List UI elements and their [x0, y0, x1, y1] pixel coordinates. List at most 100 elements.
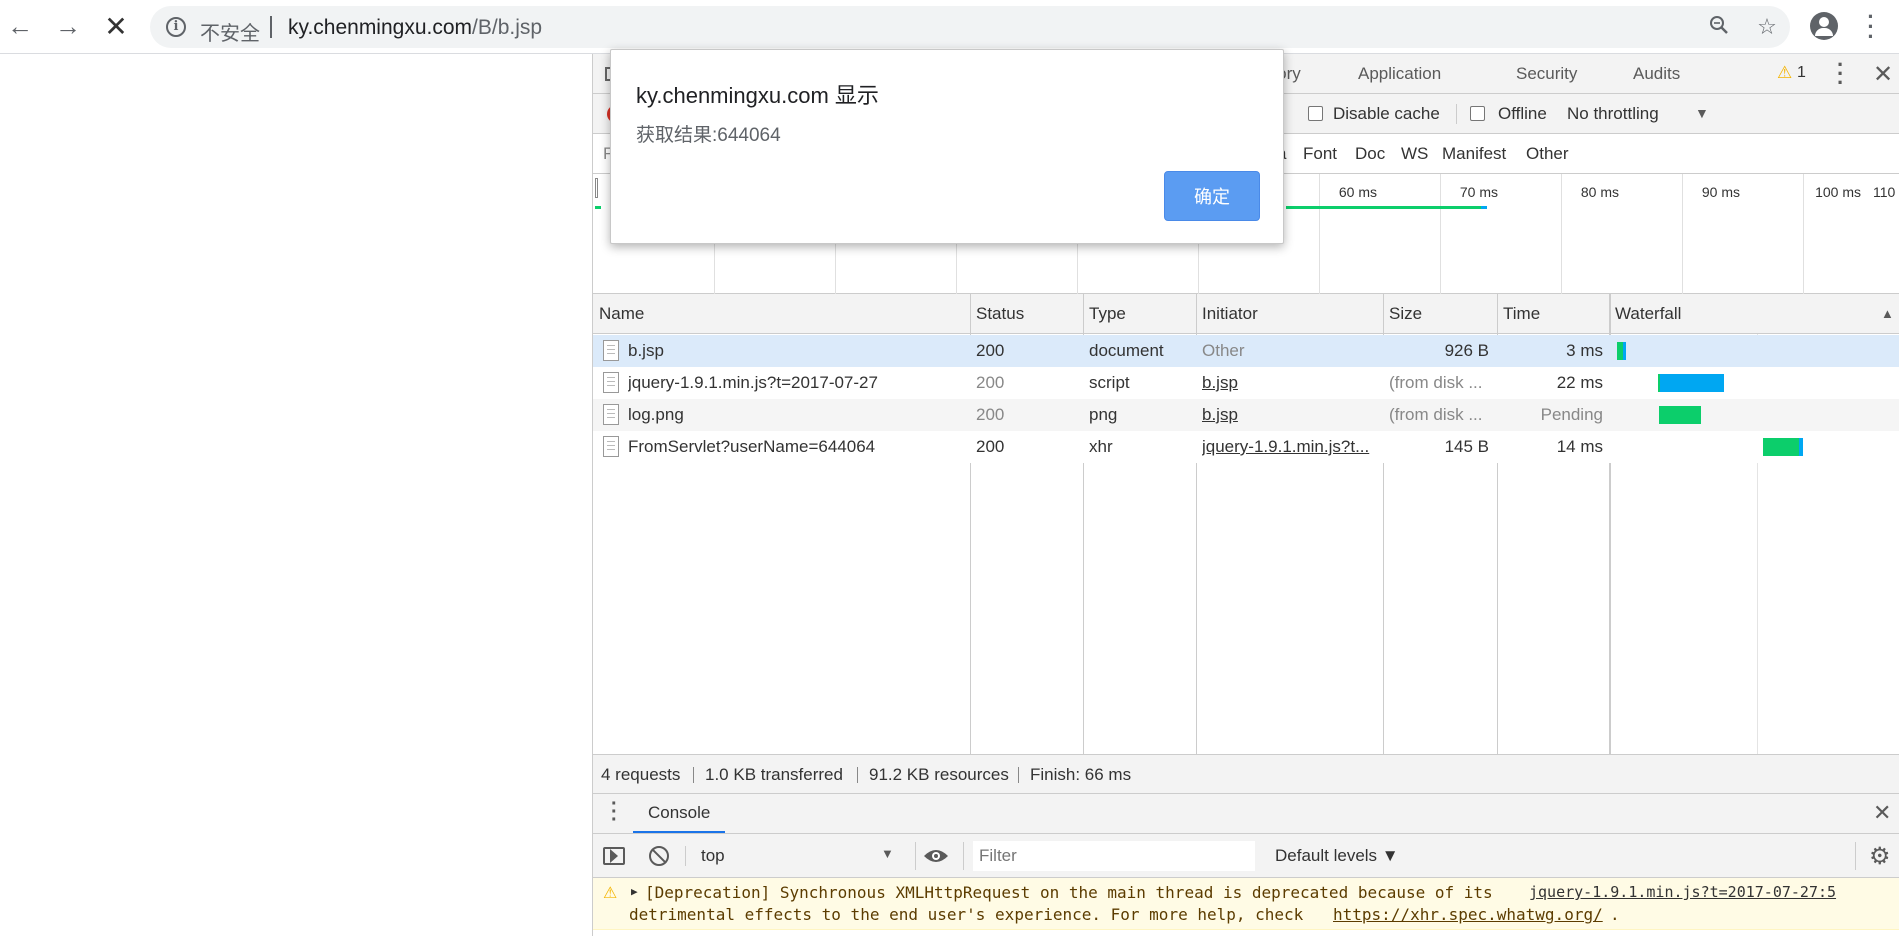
sidebar-toggle-icon[interactable] [603, 847, 625, 865]
request-name[interactable]: FromServlet?userName=644064 [628, 437, 963, 457]
url-text[interactable]: ky.chenmingxu.com/B/b.jsp [288, 16, 542, 40]
drawer-tab-bar: · · · Console ✕ [593, 794, 1899, 834]
request-name[interactable]: jquery-1.9.1.min.js?t=2017-07-27 [628, 373, 963, 393]
request-size: 926 B [1444, 341, 1489, 360]
warning-text-end: . [1610, 905, 1620, 924]
table-row[interactable]: jquery-1.9.1.min.js?t=2017-07-27 200 scr… [593, 367, 1899, 399]
warning-help-link[interactable]: https://xhr.spec.whatwg.org/ [1333, 905, 1603, 924]
ok-button[interactable]: 确定 [1164, 171, 1260, 221]
console-prompt[interactable]: › [593, 930, 1899, 936]
throttling-select[interactable]: No throttling [1567, 104, 1659, 124]
tick-label: 80 ms [1580, 184, 1619, 200]
devtools-menu-icon[interactable]: · · · [1837, 54, 1844, 94]
waterfall-bar[interactable] [1617, 342, 1626, 360]
bookmark-star-icon[interactable]: ☆ [1754, 14, 1780, 40]
offline-label[interactable]: Offline [1498, 104, 1547, 124]
request-initiator-link[interactable]: b.jsp [1202, 373, 1238, 393]
expand-triangle-icon[interactable]: ▶ [631, 885, 638, 898]
table-row[interactable]: log.png 200 png b.jsp (from disk ... Pen… [593, 399, 1899, 431]
browser-menu-icon[interactable]: · · · [1866, 6, 1876, 48]
request-name[interactable]: log.png [628, 405, 963, 425]
request-size: (from disk ... [1389, 405, 1483, 424]
tab-application[interactable]: Application [1358, 64, 1441, 84]
col-time[interactable]: Time [1503, 304, 1540, 324]
divider [915, 842, 916, 870]
zoom-icon[interactable] [1706, 14, 1732, 40]
overview-handle[interactable] [595, 178, 598, 198]
transferred-size: 1.0 KB transferred [705, 765, 843, 784]
overview-bar [1286, 206, 1486, 209]
tab-security[interactable]: Security [1516, 64, 1577, 84]
alert-dialog: ky.chenmingxu.com 显示 获取结果:644064 确定 [610, 49, 1284, 244]
divider [685, 846, 686, 866]
address-bar[interactable]: i 不安全 ky.chenmingxu.com/B/b.jsp ☆ [150, 6, 1790, 48]
filter-other[interactable]: Other [1526, 144, 1569, 164]
close-drawer-icon[interactable]: ✕ [1873, 800, 1891, 826]
disable-cache-label[interactable]: Disable cache [1333, 104, 1440, 124]
request-type: xhr [1089, 437, 1113, 456]
warning-text-line2: detrimental effects to the end user's ex… [629, 905, 1304, 924]
divider [963, 842, 964, 870]
divider [1456, 104, 1457, 124]
sort-ascending-icon[interactable]: ▲ [1881, 306, 1894, 321]
table-row[interactable]: b.jsp 200 document Other 926 B 3 ms [593, 335, 1899, 367]
request-name[interactable]: b.jsp [628, 341, 963, 361]
waterfall-bar[interactable] [1658, 374, 1724, 392]
request-table-header: Name Status Type Initiator Size Time Wat… [593, 294, 1899, 334]
back-arrow-icon[interactable]: ← [4, 10, 36, 42]
drawer-menu-icon[interactable]: · · · [611, 794, 618, 830]
filter-doc[interactable]: Doc [1355, 144, 1385, 164]
col-type[interactable]: Type [1089, 304, 1126, 324]
forward-arrow-icon[interactable]: → [52, 10, 84, 42]
profile-avatar-icon[interactable] [1810, 12, 1838, 40]
finish-time: Finish: 66 ms [1030, 765, 1132, 784]
offline-checkbox[interactable] [1470, 106, 1485, 121]
request-time: 14 ms [1556, 437, 1603, 456]
request-status: 200 [976, 437, 1005, 456]
waterfall-bar[interactable] [1659, 406, 1701, 424]
clear-console-icon[interactable] [649, 846, 669, 866]
request-initiator-link[interactable]: b.jsp [1202, 405, 1238, 425]
divider [1018, 767, 1019, 783]
security-label[interactable]: 不安全 [200, 17, 260, 46]
console-filter-input[interactable] [973, 841, 1255, 871]
col-waterfall[interactable]: Waterfall [1615, 304, 1681, 324]
col-status[interactable]: Status [976, 304, 1024, 324]
filter-ws[interactable]: WS [1401, 144, 1428, 164]
chevron-down-icon[interactable]: ▼ [881, 846, 894, 861]
col-name[interactable]: Name [599, 304, 644, 324]
col-size[interactable]: Size [1389, 304, 1422, 324]
log-levels-select[interactable]: Default levels ▼ [1275, 846, 1399, 866]
request-initiator-link[interactable]: jquery-1.9.1.min.js?t... [1202, 437, 1378, 457]
network-summary-bar: 4 requests 1.0 KB transferred 91.2 KB re… [593, 754, 1899, 794]
overview-bar [595, 206, 601, 209]
waterfall-bar[interactable] [1763, 438, 1803, 456]
image-file-icon [603, 404, 619, 425]
warning-icon[interactable]: ⚠ [1777, 63, 1792, 83]
close-devtools-icon[interactable]: ✕ [1873, 60, 1893, 89]
dialog-message: 获取结果:644064 [636, 125, 781, 146]
tick-label: 100 ms [1815, 184, 1861, 200]
request-time: Pending [1540, 405, 1603, 424]
tab-audits[interactable]: Audits [1633, 64, 1680, 84]
filter-manifest[interactable]: Manifest [1442, 144, 1506, 164]
info-icon[interactable]: i [166, 17, 186, 37]
request-initiator: Other [1202, 341, 1245, 360]
col-initiator[interactable]: Initiator [1202, 304, 1258, 324]
divider [857, 767, 858, 783]
disable-cache-checkbox[interactable] [1308, 106, 1323, 121]
url-host: ky.chenmingxu.com [288, 16, 473, 39]
console-settings-gear-icon[interactable]: ⚙ [1869, 842, 1891, 871]
warning-source-link[interactable]: jquery-1.9.1.min.js?t=2017-07-27:5 [1529, 883, 1836, 901]
table-row[interactable]: FromServlet?userName=644064 200 xhr jque… [593, 431, 1899, 463]
context-select[interactable]: top [701, 846, 725, 866]
request-size: (from disk ... [1389, 373, 1483, 392]
filter-font[interactable]: Font [1303, 144, 1337, 164]
stop-loading-icon[interactable]: ✕ [100, 10, 132, 42]
live-expression-eye-icon[interactable] [923, 848, 949, 864]
chevron-down-icon[interactable]: ▼ [1695, 105, 1709, 121]
divider [1855, 842, 1856, 870]
tab-console[interactable]: Console [633, 794, 726, 833]
warning-count[interactable]: 1 [1797, 64, 1806, 82]
request-type: script [1089, 373, 1130, 392]
